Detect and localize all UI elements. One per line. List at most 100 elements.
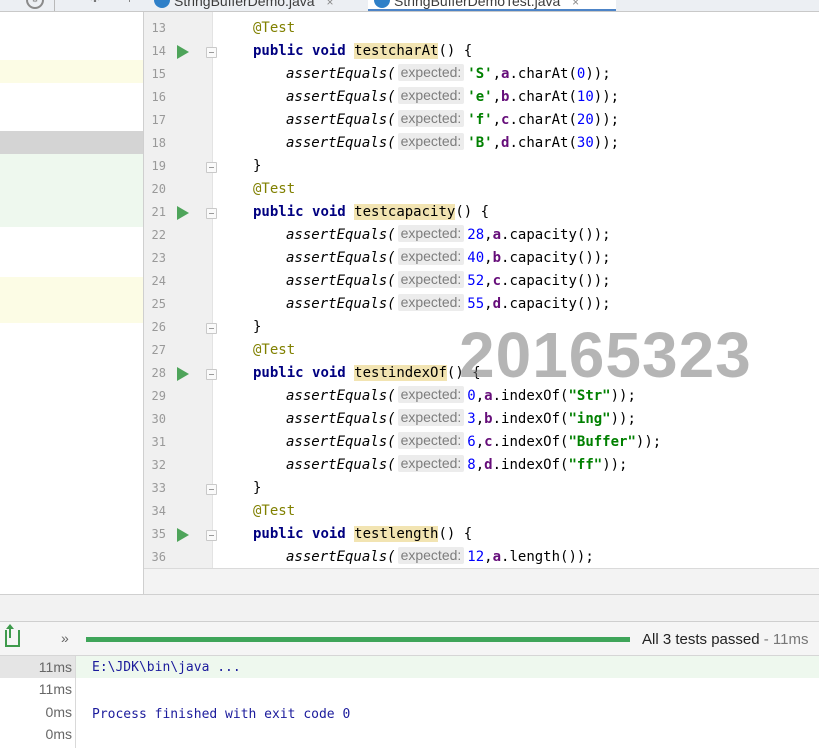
fold-icon[interactable]: [206, 162, 217, 173]
line-number: 30: [151, 412, 166, 426]
pin-icon[interactable]: ✱: [86, 0, 104, 9]
line-number: 36: [151, 550, 166, 564]
tab-close-icon[interactable]: ×: [326, 0, 333, 11]
console-output[interactable]: E:\JDK\bin\java ... Process finished wit…: [76, 656, 819, 748]
code-punct: ));: [585, 296, 611, 312]
method-signature: public void testcapacity() {: [253, 201, 489, 224]
assert-statement: assertEquals(expected: 28,a.capacity());: [286, 224, 611, 247]
run-test-icon[interactable]: [177, 206, 189, 220]
line-number: 24: [151, 274, 166, 288]
fold-icon[interactable]: [206, 208, 217, 219]
code-punct: ));: [585, 250, 611, 266]
parameter-hint: expected:: [397, 248, 465, 265]
fold-icon[interactable]: [206, 323, 217, 334]
test-duration-item[interactable]: 0ms: [0, 723, 75, 745]
keyword: void: [312, 365, 355, 381]
code-line: 35 public void testlength() {: [0, 523, 819, 546]
fold-icon[interactable]: [206, 484, 217, 495]
code-punct: ,: [475, 457, 485, 473]
keyword: public: [253, 43, 313, 59]
keyword: public: [253, 526, 313, 542]
field-ref: b: [484, 411, 493, 427]
call-argument: 20: [576, 112, 594, 128]
code-punct: () {: [438, 526, 473, 542]
tab-stringbufferdemo[interactable]: StringBufferDemo.java ×: [148, 0, 362, 11]
method-call: .charAt(: [509, 112, 577, 128]
call-argument: 30: [576, 135, 594, 151]
collapse-icon[interactable]: ⊣: [116, 0, 134, 9]
code-punct: ));: [568, 549, 594, 565]
editor-horizontal-scrollbar[interactable]: [144, 568, 819, 594]
tab-label: StringBufferDemo.java: [174, 0, 315, 9]
ide-window: ⚙ ✱ ⊣ StringBufferDemo.java × StringBuff…: [0, 0, 819, 748]
keyword: public: [253, 204, 313, 220]
method-signature: public void testcharAt() {: [253, 40, 472, 63]
assert-call: assertEquals(: [286, 89, 396, 105]
assert-call: assertEquals(: [286, 66, 396, 82]
line-number: 26: [151, 320, 166, 334]
watermark: 20165323: [459, 319, 752, 391]
keyword: public: [253, 365, 313, 381]
expected-value: 'f': [467, 112, 493, 128]
parameter-hint: expected:: [397, 225, 465, 242]
fold-icon[interactable]: [206, 47, 217, 58]
run-test-icon[interactable]: [177, 367, 189, 381]
test-duration-item[interactable]: 11ms: [0, 678, 75, 700]
test-duration-item[interactable]: 0ms: [0, 701, 75, 723]
assert-call: assertEquals(: [286, 112, 396, 128]
method-name[interactable]: testcapacity: [354, 204, 456, 220]
expected-value: 52: [467, 273, 485, 289]
expected-value: 'S': [467, 66, 493, 82]
line-number: 21: [151, 205, 166, 219]
closing-brace: }: [253, 480, 262, 496]
run-test-icon[interactable]: [177, 45, 189, 59]
code-line: 17 assertEquals(expected:'f',c.charAt(20)…: [0, 109, 819, 132]
tab-stringbufferdemotest[interactable]: StringBufferDemoTest.java ×: [368, 0, 616, 11]
tab-close-icon[interactable]: ×: [572, 0, 579, 11]
method-name[interactable]: testlength: [354, 526, 439, 542]
code-punct: () {: [455, 204, 490, 220]
code-punct: ,: [484, 273, 493, 289]
parameter-hint: expected:: [397, 547, 465, 564]
code-line: 24 assertEquals(expected: 52,c.capacity())…: [0, 270, 819, 293]
fold-icon[interactable]: [206, 369, 217, 380]
method-call: .length(: [501, 549, 569, 565]
annotation: @Test: [253, 342, 296, 358]
assert-statement: assertEquals(expected:'f',c.charAt(20));: [286, 109, 619, 132]
assert-call: assertEquals(: [286, 457, 396, 473]
code-punct: ));: [635, 434, 662, 450]
keyword: void: [312, 43, 355, 59]
line-number: 29: [151, 389, 166, 403]
assert-call: assertEquals(: [286, 434, 396, 450]
code-line: 13 @Test: [0, 17, 819, 40]
code-punct: ));: [585, 273, 611, 289]
code-line: 18 assertEquals(expected: 'B',d.charAt(30)…: [0, 132, 819, 155]
field-ref: a: [492, 227, 502, 243]
field-ref: a: [492, 549, 502, 565]
assert-call: assertEquals(: [286, 227, 396, 243]
expected-value: 3: [467, 411, 476, 427]
panel-splitter[interactable]: [0, 594, 819, 621]
fold-icon[interactable]: [206, 530, 217, 541]
assert-statement: assertEquals(expected: 'S',a.charAt(0));: [286, 63, 611, 86]
code-punct: ));: [585, 66, 611, 82]
code-line: 23 assertEquals(expected: 40,b.capacity())…: [0, 247, 819, 270]
run-test-icon[interactable]: [177, 528, 189, 542]
method-name[interactable]: testindexOf: [354, 365, 447, 381]
parameter-hint: expected:: [397, 409, 465, 426]
method-name[interactable]: testcharAt: [354, 43, 439, 59]
method-call: .capacity(: [501, 296, 586, 312]
more-actions-icon[interactable]: »: [61, 629, 69, 647]
code-punct: ,: [484, 250, 493, 266]
assert-call: assertEquals(: [286, 411, 396, 427]
settings-icon[interactable]: ⚙: [26, 0, 44, 9]
export-results-icon[interactable]: [5, 624, 20, 647]
expected-value: 'e': [467, 89, 493, 105]
test-duration-item[interactable]: 11ms: [0, 656, 75, 678]
console-line: E:\JDK\bin\java ...: [92, 660, 241, 675]
line-number: 34: [151, 504, 166, 518]
code-line: 16 assertEquals(expected:'e',b.charAt(10)…: [0, 86, 819, 109]
code-punct: ,: [484, 549, 493, 565]
method-call: .indexOf(: [492, 457, 569, 473]
method-call: .capacity(: [501, 250, 586, 266]
